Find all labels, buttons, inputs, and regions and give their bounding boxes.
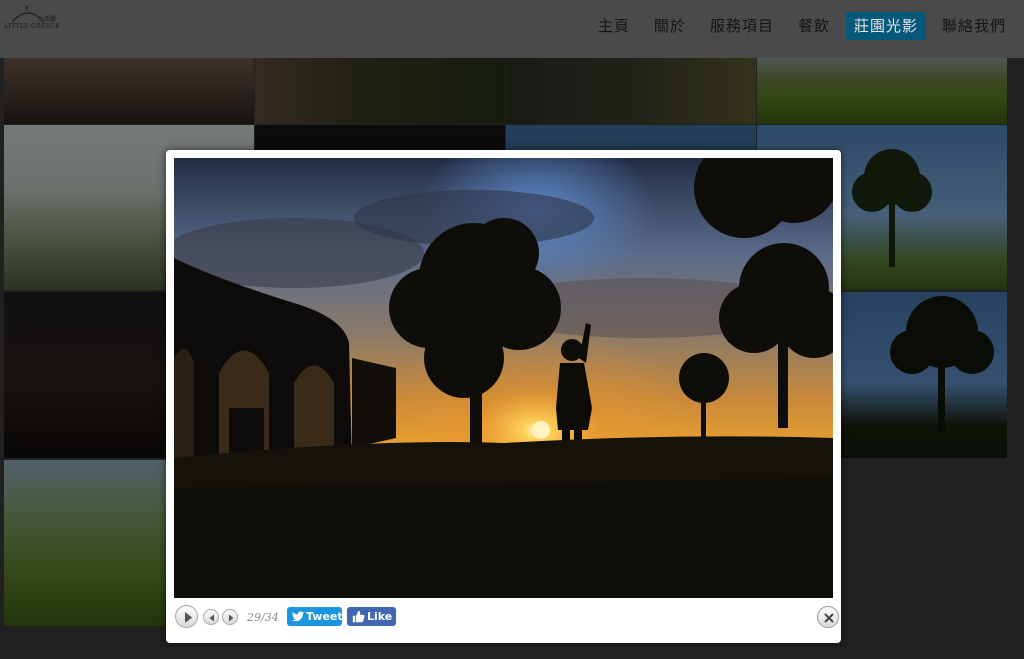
next-icon: [229, 614, 234, 622]
prev-button[interactable]: [203, 609, 219, 625]
thumbs-up-icon: [352, 610, 365, 623]
close-icon: [824, 613, 834, 623]
lightbox-photo: [174, 158, 833, 598]
next-button[interactable]: [222, 609, 238, 625]
nav-item-home[interactable]: 主頁: [590, 12, 638, 40]
close-button[interactable]: [817, 606, 839, 628]
prev-icon: [209, 614, 214, 622]
like-label: Like 0: [367, 610, 396, 623]
site-logo[interactable]: 小希臘 LITTLE GREECE: [4, 4, 60, 36]
twitter-bird-icon: [292, 611, 304, 622]
logo-text: LITTLE GREECE: [4, 23, 60, 30]
tweet-button[interactable]: Tweet: [287, 607, 343, 626]
site-header: 小希臘 LITTLE GREECE 主頁 關於 服務項目 餐飲 莊園光影 聯絡我…: [0, 0, 1024, 58]
play-icon: [185, 612, 192, 623]
lightbox-controls: 29/34 Tweet Like 0: [174, 605, 839, 629]
nav-item-dining[interactable]: 餐飲: [790, 12, 838, 40]
facebook-like-button[interactable]: Like 0: [347, 607, 396, 626]
nav-item-gallery[interactable]: 莊園光影: [845, 12, 926, 40]
nav-item-about[interactable]: 關於: [646, 12, 694, 40]
logo-small-text: 小希臘: [38, 16, 57, 23]
nav-item-contact[interactable]: 聯絡我們: [934, 12, 1014, 40]
play-button[interactable]: [175, 605, 198, 628]
nav-item-services[interactable]: 服務項目: [702, 12, 782, 40]
tweet-label: Tweet: [306, 610, 343, 623]
image-counter: 29/34: [247, 611, 279, 624]
lightbox: 29/34 Tweet Like 0: [166, 150, 841, 643]
main-nav: 主頁 關於 服務項目 餐飲 莊園光影 聯絡我們: [590, 12, 1014, 40]
